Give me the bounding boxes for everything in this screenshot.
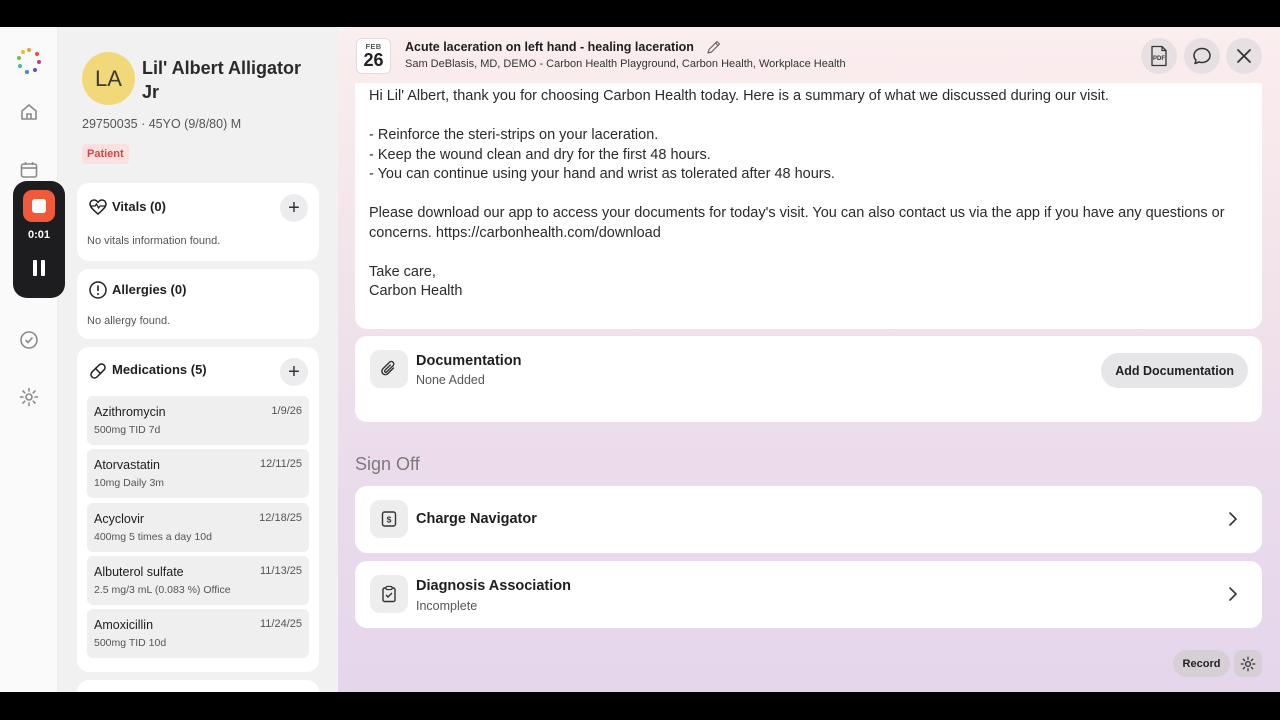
visit-panel: FEB 26 Acute laceration on left hand - h… <box>338 27 1280 692</box>
allergies-title: Allergies (0) <box>112 282 187 297</box>
diagnosis-association-status: Incomplete <box>416 599 478 613</box>
medication-item[interactable]: Azithromycin 500mg TID 7d 1/9/26 <box>87 396 309 445</box>
app-window: 0:01 LA Lil' Albert Alligator Jr 2975003… <box>0 27 1280 692</box>
pdf-icon: PDF <box>1151 45 1167 67</box>
record-button[interactable]: Record <box>1173 650 1230 677</box>
medication-item[interactable]: Atorvastatin 10mg Daily 3m 12/11/25 <box>87 449 309 498</box>
allergies-card: Allergies (0) No allergy found. <box>77 269 319 339</box>
pill-icon <box>90 363 106 379</box>
stop-icon <box>32 199 46 213</box>
visit-summary: Hi Lil' Albert, thank you for choosing C… <box>355 83 1262 329</box>
pause-icon[interactable] <box>32 260 46 276</box>
medication-item[interactable]: Amoxicillin 500mg TID 10d 11/24/25 <box>87 609 309 658</box>
medications-card: Medications (5) + Azithromycin 500mg TID… <box>77 347 319 672</box>
patient-name: Lil' Albert Alligator Jr <box>142 58 301 102</box>
paperclip-icon <box>370 350 408 388</box>
diagnosis-association-title: Diagnosis Association <box>416 578 571 594</box>
diagnosis-association-row[interactable]: Diagnosis Association Incomplete <box>355 561 1262 628</box>
patient-meta: 29750035 · 45YO (9/8/80) M <box>82 117 242 131</box>
add-vitals-button[interactable]: + <box>280 194 308 222</box>
close-icon <box>1237 49 1251 63</box>
clipboard-check-icon <box>370 575 408 613</box>
chevron-right-icon <box>1229 512 1238 526</box>
next-card <box>77 680 319 692</box>
chat-bubble-icon <box>1193 47 1211 65</box>
heart-pulse-icon <box>89 199 107 215</box>
logo-icon[interactable] <box>15 47 43 75</box>
calendar-icon[interactable] <box>17 158 41 182</box>
add-documentation-button[interactable]: Add Documentation <box>1101 353 1248 388</box>
allergies-empty: No allergy found. <box>87 315 171 327</box>
nav-rail <box>0 27 58 692</box>
gear-icon[interactable] <box>17 385 41 409</box>
summary-greeting: Hi Lil' Albert, thank you for choosing C… <box>369 88 1109 104</box>
summary-download: Please download our app to access your d… <box>369 205 1225 241</box>
pdf-button[interactable]: PDF <box>1141 38 1177 74</box>
recording-timer: 0:01 <box>27 229 51 241</box>
record-settings-button[interactable] <box>1234 650 1262 677</box>
close-button[interactable] <box>1226 38 1262 74</box>
visit-subtitle: Sam DeBlasis, MD, DEMO - Carbon Health P… <box>405 58 846 70</box>
check-circle-icon[interactable] <box>17 328 41 352</box>
patient-panel: LA Lil' Albert Alligator Jr 29750035 · 4… <box>58 27 338 692</box>
svg-text:PDF: PDF <box>1153 56 1165 62</box>
vitals-title: Vitals (0) <box>112 199 166 214</box>
medication-item[interactable]: Acyclovir 400mg 5 times a day 10d 12/18/… <box>87 503 309 552</box>
vitals-empty: No vitals information found. <box>87 235 221 247</box>
stop-recording-button[interactable] <box>23 190 55 222</box>
patient-badge: Patient <box>82 144 129 164</box>
documentation-card: Documentation None Added Add Documentati… <box>355 336 1262 422</box>
summary-closing: Take care, Carbon Health <box>369 263 463 300</box>
vitals-card: Vitals (0) + No vitals information found… <box>77 183 319 261</box>
svg-text:$: $ <box>387 515 392 525</box>
dollar-document-icon: $ <box>370 500 408 538</box>
gear-icon <box>1240 656 1256 671</box>
documentation-status: None Added <box>416 373 485 387</box>
add-medication-button[interactable]: + <box>280 358 308 386</box>
charge-navigator-title: Charge Navigator <box>416 511 537 527</box>
summary-bullets: - Reinforce the steri-strips on your lac… <box>369 127 835 182</box>
visit-title: Acute laceration on left hand - healing … <box>405 40 694 54</box>
chat-button[interactable] <box>1184 38 1220 74</box>
avatar: LA <box>82 52 135 105</box>
medication-item[interactable]: Albuterol sulfate 2.5 mg/3 mL (0.083 %) … <box>87 556 309 605</box>
medications-title: Medications (5) <box>112 362 207 377</box>
visit-date: FEB 26 <box>356 38 391 74</box>
documentation-title: Documentation <box>416 353 522 369</box>
signoff-heading: Sign Off <box>355 454 420 474</box>
alert-circle-icon <box>89 281 107 299</box>
charge-navigator-row[interactable]: $ Charge Navigator <box>355 486 1262 553</box>
recording-widget: 0:01 <box>13 181 65 298</box>
home-icon[interactable] <box>17 100 41 124</box>
edit-icon[interactable] <box>706 39 722 55</box>
chevron-right-icon <box>1229 587 1238 601</box>
